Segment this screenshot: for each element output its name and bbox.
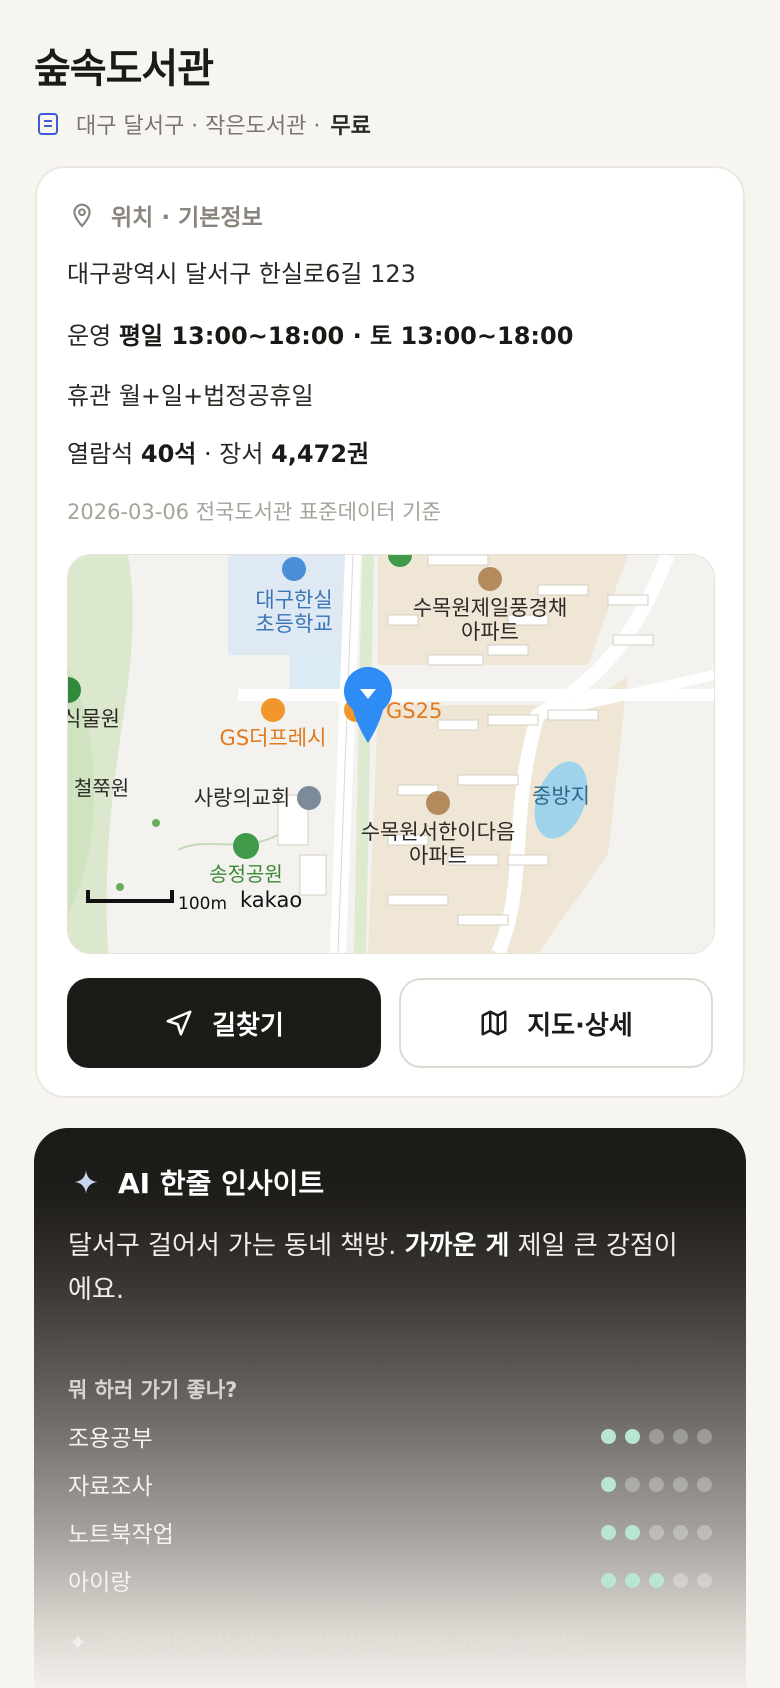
separator: · (204, 440, 212, 468)
map-scale-label: 100m (178, 894, 227, 914)
map-detail-button[interactable]: 지도·상세 (399, 978, 713, 1068)
seats-value: 40석 (140, 440, 197, 468)
apartment-poi-icon (478, 567, 502, 591)
info-section-header: 위치 · 기본정보 (69, 198, 263, 232)
seats-label: 열람석 (67, 440, 134, 468)
page-title: 숲속도서관 (34, 46, 214, 92)
map-label-apt2: 수목원서한이다음 (361, 820, 516, 844)
rating-dot-empty (649, 1428, 664, 1444)
rating-dot-empty (697, 1428, 712, 1444)
ai-text-highlight: 가까운 게 (404, 1231, 510, 1261)
rating-dot-filled (649, 1572, 664, 1588)
ai-insight-text: 달서구 걸어서 가는 동네 책방. 가까운 게 제일 큰 강점이에요. (68, 1224, 688, 1312)
info-section-title: 위치 · 기본정보 (111, 205, 263, 231)
divider (68, 1342, 712, 1343)
map-label-apt2-suffix: 아파트 (409, 844, 467, 868)
rating-dot-empty (697, 1476, 712, 1492)
map-canvas[interactable]: 대구한실초등학교 수목원제일풍경채 아파트 식물원 GS25 GS더프레시 철쭉… (68, 555, 714, 953)
opening-hours: 운영 평일 13:00~18:00 · 토 13:00~18:00 (67, 316, 573, 351)
ai-insight-header: AI 한줄 인사이트 (72, 1162, 324, 1202)
apartment-poi-icon-2 (426, 791, 450, 815)
rating-dot-filled (601, 1572, 616, 1588)
location-pin-icon (73, 203, 91, 228)
map-label-apt1-suffix: 아파트 (461, 620, 519, 644)
books-value: 4,472권 (271, 440, 370, 468)
rating-dot-empty (649, 1476, 664, 1492)
rating-dot-empty (673, 1428, 688, 1444)
map-label-church: 사랑의교회 (194, 786, 291, 810)
hours-value: 평일 13:00~18:00 · 토 13:00~18:00 (118, 322, 574, 350)
rating-dot-empty (649, 1524, 664, 1540)
location-map[interactable]: 대구한실초등학교 수목원제일풍경채 아파트 식물원 GS25 GS더프레시 철쭉… (67, 554, 715, 954)
purpose-rating (601, 1572, 712, 1588)
purpose-question: 뭐 하러 가기 좋나? (68, 1378, 238, 1402)
library-detail-page: 숲속도서관 대구 달서구 · 작은도서관 · 무료 위치 · 기본정보 대구광역… (0, 0, 780, 1688)
map-label-apt1: 수목원제일풍경채 (413, 596, 568, 620)
purpose-label: 노트북작업 (68, 1522, 174, 1548)
purpose-label: 조용공부 (68, 1426, 153, 1452)
purpose-row: 아이랑 (68, 1562, 712, 1598)
rating-dot-filled (625, 1428, 640, 1444)
purpose-row: 조용공부 (68, 1418, 712, 1454)
rating-dot-filled (601, 1524, 616, 1540)
map-label-arboretum: 식물원 (68, 707, 120, 731)
directions-label: 길찾기 (212, 1010, 284, 1041)
capacity: 열람석 40석 · 장서 4,472권 (67, 434, 369, 469)
closed-days: 휴관 월+일+법정공휴일 (67, 376, 314, 411)
hours-label: 운영 (67, 322, 112, 350)
rating-dot-empty (697, 1524, 712, 1540)
map-label-gs25: GS25 (386, 699, 442, 723)
data-source: 2026-03-06 전국도서관 표준데이터 기준 (67, 500, 441, 524)
rating-dot-filled (625, 1572, 640, 1588)
ai-insight-title: AI 한줄 인사이트 (118, 1167, 325, 1200)
rating-dot-filled (625, 1524, 640, 1540)
rating-dot-empty (625, 1476, 640, 1492)
purpose-label: 아이랑 (68, 1570, 132, 1596)
ai-footnote: 공공데이터(좌석·장서·운영시간)를 바탕으로 AI가 분석했어요 (68, 1628, 585, 1655)
fee-badge: 무료 (330, 114, 371, 139)
directions-button[interactable]: 길찾기 (67, 978, 381, 1068)
purpose-rating (601, 1428, 712, 1444)
map-brand-logo: kakao (240, 888, 302, 912)
map-detail-label: 지도·상세 (527, 1010, 633, 1041)
rating-dot-empty (673, 1524, 688, 1540)
closed-label: 휴관 (67, 382, 112, 410)
address: 대구광역시 달서구 한실로6길 123 (67, 260, 416, 288)
purpose-rating (601, 1476, 712, 1492)
closed-value: 월+일+법정공휴일 (118, 382, 314, 410)
rating-dot-empty (673, 1572, 688, 1588)
library-meta: 대구 달서구 · 작은도서관 · 무료 (36, 108, 371, 140)
map-label-park: 송정공원 (209, 862, 283, 886)
info-card: 위치 · 기본정보 대구광역시 달서구 한실로6길 123 운영 평일 13:0… (35, 166, 745, 1098)
sparkle-icon (74, 1170, 98, 1194)
map-label-gsfresh: GS더프레시 (220, 726, 327, 750)
purpose-row: 노트북작업 (68, 1514, 712, 1550)
map-label-pond: 중방지 (532, 784, 590, 808)
purpose-label: 자료조사 (68, 1474, 153, 1500)
rating-dot-filled (601, 1476, 616, 1492)
purpose-row: 자료조사 (68, 1466, 712, 1502)
ai-text-part: 달서구 걸어서 가는 동네 책방. (68, 1231, 405, 1261)
purpose-rating (601, 1524, 712, 1540)
meta-text: 대구 달서구 · 작은도서관 · (76, 114, 321, 139)
document-icon (38, 113, 58, 135)
rating-dot-empty (697, 1572, 712, 1588)
books-label: 장서 (219, 440, 264, 468)
school-poi-icon (282, 557, 306, 581)
mart-poi-icon (261, 698, 285, 722)
map-icon (481, 1010, 507, 1036)
ai-insight-card: AI 한줄 인사이트 달서구 걸어서 가는 동네 책방. 가까운 게 제일 큰 … (34, 1128, 746, 1688)
map-label-cheoljjuk: 철쭉원 (74, 776, 129, 800)
ai-footnote-text: 공공데이터(좌석·장서·운영시간)를 바탕으로 AI가 분석했어요 (102, 1632, 586, 1654)
navigation-arrow-icon (166, 1010, 192, 1036)
sparkle-icon (69, 1633, 87, 1650)
map-label-school: 대구한실 초등학교 (255, 588, 332, 636)
church-poi-icon (297, 786, 321, 810)
rating-dot-empty (673, 1476, 688, 1492)
rating-dot-filled (601, 1428, 616, 1444)
